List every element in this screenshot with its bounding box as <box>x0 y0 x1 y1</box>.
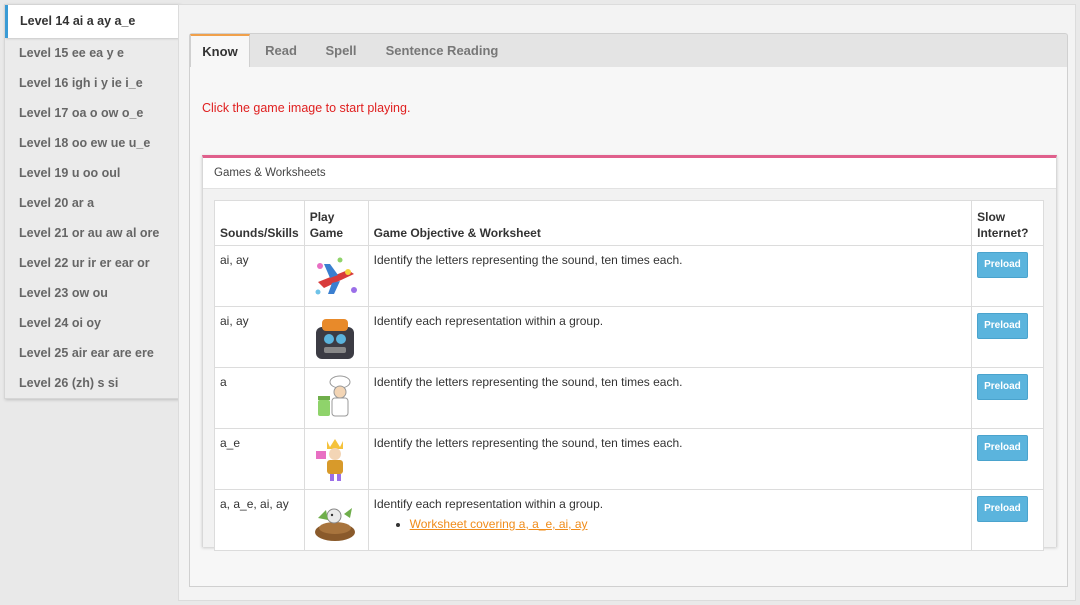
sounds-cell: a <box>214 367 305 429</box>
games-worksheets-panel: Games & Worksheets Sounds/Skills Play Ga… <box>202 155 1057 551</box>
column-header-play-game: Play Game <box>303 200 369 246</box>
tab-bar: Know Read Spell Sentence Reading <box>189 33 1068 69</box>
table-row: a_e Identify the letters representing th… <box>214 428 1044 490</box>
king-game-icon[interactable] <box>310 435 360 483</box>
preload-cell: Preload <box>971 367 1044 429</box>
preload-cell: Preload <box>971 428 1044 490</box>
objective-cell: Identify the letters representing the so… <box>367 367 973 429</box>
robot-machine-game-icon[interactable] <box>310 313 360 361</box>
games-panel-body: Sounds/Skills Play Game Game Objective &… <box>203 189 1056 551</box>
sidebar-item-level-14[interactable]: Level 14 ai a ay a_e <box>5 5 187 38</box>
sidebar-item-level-18[interactable]: Level 18 oo ew ue u_e <box>5 128 179 158</box>
sidebar-item-level-20[interactable]: Level 20 ar a <box>5 188 179 218</box>
sounds-cell: ai, ay <box>214 245 305 307</box>
objective-cell: Identify the letters representing the so… <box>367 428 973 490</box>
preload-button[interactable]: Preload <box>977 374 1028 400</box>
sidebar-item-level-24[interactable]: Level 24 oi oy <box>5 308 179 338</box>
preload-cell: Preload <box>971 245 1044 307</box>
objective-cell: Identify each representation within a gr… <box>367 306 973 368</box>
sidebar-item-level-22[interactable]: Level 22 ur ir er ear or <box>5 248 179 278</box>
sidebar-item-level-26[interactable]: Level 26 (zh) s si <box>5 368 179 398</box>
level-sidebar: Level 14 ai a ay a_e Level 15 ee ea y e … <box>4 4 187 399</box>
objective-text: Identify each representation within a gr… <box>373 497 604 511</box>
play-game-cell <box>303 428 369 490</box>
bird-nest-game-icon[interactable] <box>310 496 360 544</box>
sidebar-item-level-21[interactable]: Level 21 or au aw al ore <box>5 218 179 248</box>
worksheet-list-item: Worksheet covering a, a_e, ai, ay <box>410 516 966 532</box>
games-table: Sounds/Skills Play Game Game Objective &… <box>214 200 1044 551</box>
column-header-sounds: Sounds/Skills <box>214 200 305 246</box>
airplane-game-icon[interactable] <box>310 252 360 300</box>
play-game-cell <box>303 489 369 551</box>
chef-game-icon[interactable] <box>310 374 360 422</box>
sidebar-item-level-23[interactable]: Level 23 ow ou <box>5 278 179 308</box>
tab-read[interactable]: Read <box>252 34 310 67</box>
tab-know[interactable]: Know <box>190 34 250 69</box>
sidebar-item-level-15[interactable]: Level 15 ee ea y e <box>5 38 179 68</box>
sounds-cell: a_e <box>214 428 305 490</box>
preload-cell: Preload <box>971 489 1044 551</box>
worksheet-link[interactable]: Worksheet covering a, a_e, ai, ay <box>410 517 588 531</box>
tab-spell[interactable]: Spell <box>312 34 370 67</box>
tab-sentence-reading[interactable]: Sentence Reading <box>374 34 510 67</box>
sidebar-item-level-25[interactable]: Level 25 air ear are ere <box>5 338 179 368</box>
column-header-slow-internet: Slow Internet? <box>971 200 1044 246</box>
preload-cell: Preload <box>971 306 1044 368</box>
play-game-cell <box>303 367 369 429</box>
table-row: a Identify the letters representing the … <box>214 367 1044 429</box>
play-game-cell <box>303 245 369 307</box>
table-row: a, a_e, ai, ay Identify each representat… <box>214 489 1044 551</box>
preload-button[interactable]: Preload <box>977 313 1028 339</box>
sidebar-item-level-19[interactable]: Level 19 u oo oul <box>5 158 179 188</box>
preload-button[interactable]: Preload <box>977 435 1028 461</box>
preload-button[interactable]: Preload <box>977 252 1028 278</box>
tab-content: Click the game image to start playing. G… <box>189 67 1068 587</box>
play-game-cell <box>303 306 369 368</box>
table-header-row: Sounds/Skills Play Game Game Objective &… <box>214 200 1044 246</box>
table-row: ai, ay <box>214 245 1044 307</box>
worksheet-list: Worksheet covering a, a_e, ai, ay <box>410 516 966 532</box>
games-panel-title: Games & Worksheets <box>203 158 1056 189</box>
preload-button[interactable]: Preload <box>977 496 1028 522</box>
sidebar-item-level-17[interactable]: Level 17 oa o ow o_e <box>5 98 179 128</box>
column-header-objective: Game Objective & Worksheet <box>367 200 973 246</box>
sounds-cell: a, a_e, ai, ay <box>214 489 305 551</box>
instruction-text: Click the game image to start playing. <box>202 101 411 115</box>
objective-cell: Identify each representation within a gr… <box>367 489 973 551</box>
table-row: ai, ay <box>214 306 1044 368</box>
objective-cell: Identify the letters representing the so… <box>367 245 973 307</box>
sidebar-item-level-16[interactable]: Level 16 igh i y ie i_e <box>5 68 179 98</box>
sounds-cell: ai, ay <box>214 306 305 368</box>
main-panel: Know Read Spell Sentence Reading Click t… <box>178 4 1076 601</box>
